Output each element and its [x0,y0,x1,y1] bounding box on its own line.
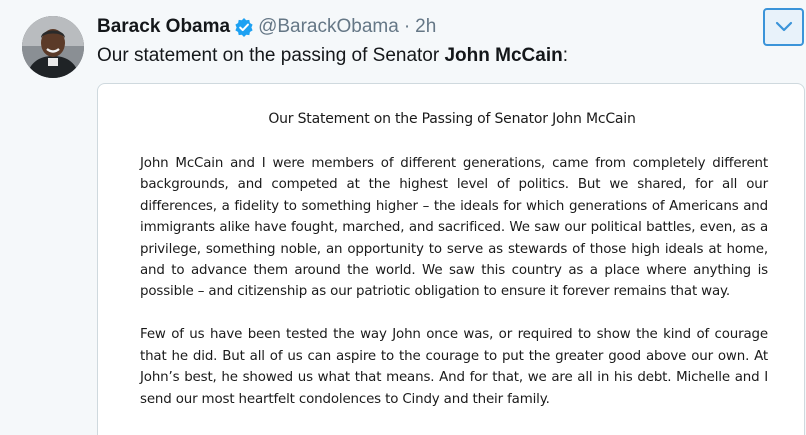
statement-paragraph: Few of us have been tested the way John … [140,327,768,407]
tweet-text-prefix: Our statement on the passing of Senator [97,45,445,66]
tweet-header: Barack Obama @BarackObama · 2h [97,14,436,40]
statement-body: John McCain and I were members of differ… [140,153,768,431]
tweet-menu-button[interactable] [763,8,804,46]
verified-badge-icon [234,17,254,37]
statement-paragraph: John McCain and I were members of differ… [140,156,768,300]
author-handle[interactable]: @BarackObama [258,16,399,38]
author-display-name[interactable]: Barack Obama [97,16,230,38]
tweet-text-mention: John McCain [444,45,563,66]
statement-title: Our Statement on the Passing of Senator … [268,111,636,127]
tweet-timestamp[interactable]: 2h [415,16,436,38]
tweet-text-suffix: : [562,45,568,66]
chevron-down-icon [775,21,792,32]
header-separator: · [403,16,411,37]
tweet: Barack Obama @BarackObama · 2h Our state… [0,0,806,435]
tweet-text: Our statement on the passing of Senator … [97,45,568,67]
statement-image-card[interactable]: Our Statement on the Passing of Senator … [97,83,805,435]
avatar[interactable] [22,16,84,78]
